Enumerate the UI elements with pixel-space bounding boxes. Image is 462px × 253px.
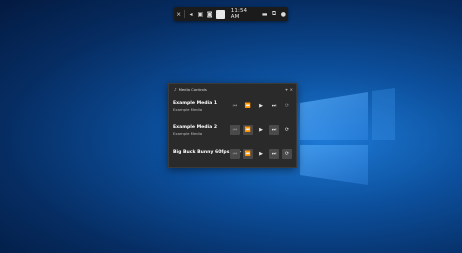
play-icon[interactable]: ▶ [256,101,266,111]
clock-time: 11:54 AM [230,8,248,20]
settings-icon[interactable]: ● [279,8,288,20]
media-item: Big Buck Bunny 60fps 4K - ⏮ ⏪ ▶ ⏭ ⟳ [173,149,294,170]
play-icon[interactable]: ▶ [256,125,266,135]
skip-back-icon[interactable]: ⏪ [243,101,253,111]
next-icon[interactable]: ⏭ [269,125,279,135]
close-icon[interactable]: ⨯ [174,8,183,20]
widget-icon[interactable]: ▬ [260,8,269,20]
performance-icon[interactable]: ◙ [205,8,214,20]
media-controls-widget: ♪ Media Controls ⌖ × Example Media 1 Exa… [168,83,297,168]
repeat-icon[interactable]: ⟳ [282,149,292,159]
widget-header: ♪ Media Controls ⌖ × [169,84,296,94]
repeat-icon[interactable]: ⟳ [282,125,292,135]
next-icon[interactable]: ⏭ [269,149,279,159]
repeat-icon[interactable]: ⟳ [282,101,292,111]
media-controls: ⏮ ⏪ ▶ ⏭ ⟳ [230,125,292,135]
media-item: Example Media 1 Example Media ⏮ ⏪ ▶ ⏭ ⟳ [173,101,294,121]
widget-title: Media Controls [178,86,207,92]
play-icon[interactable]: ▶ [256,149,266,159]
previous-icon[interactable]: ⏮ [230,125,240,135]
previous-icon[interactable]: ⏮ [230,149,240,159]
capture-icon[interactable]: ▣ [196,8,205,20]
divider [184,10,186,18]
next-icon[interactable]: ⏭ [269,101,279,111]
media-subtitle: Example Media [173,131,203,136]
close-icon[interactable]: × [290,87,293,92]
media-title: Example Media 2 [173,125,218,130]
media-controls: ⏮ ⏪ ▶ ⏭ ⟳ [230,149,292,159]
pin-icon[interactable]: ⌖ [285,87,287,92]
music-icon: ♪ [174,86,177,92]
media-subtitle: Example Media [173,107,203,112]
media-item: Example Media 2 Example Media ⏮ ⏪ ▶ ⏭ ⟳ [173,125,294,145]
game-bar: ⨯ ◂ ▣ ◙ 11:54 AM ▬ ⧉ ● [174,7,288,21]
gallery-icon[interactable]: ⧉ [269,8,278,20]
previous-icon[interactable]: ⏮ [230,101,240,111]
widget-active-icon[interactable] [216,9,225,19]
media-title: Example Media 1 [173,101,218,106]
audio-icon[interactable]: ◂ [186,8,195,20]
media-controls: ⏮ ⏪ ▶ ⏭ ⟳ [230,101,292,111]
skip-back-icon[interactable]: ⏪ [243,125,253,135]
skip-back-icon[interactable]: ⏪ [243,149,253,159]
